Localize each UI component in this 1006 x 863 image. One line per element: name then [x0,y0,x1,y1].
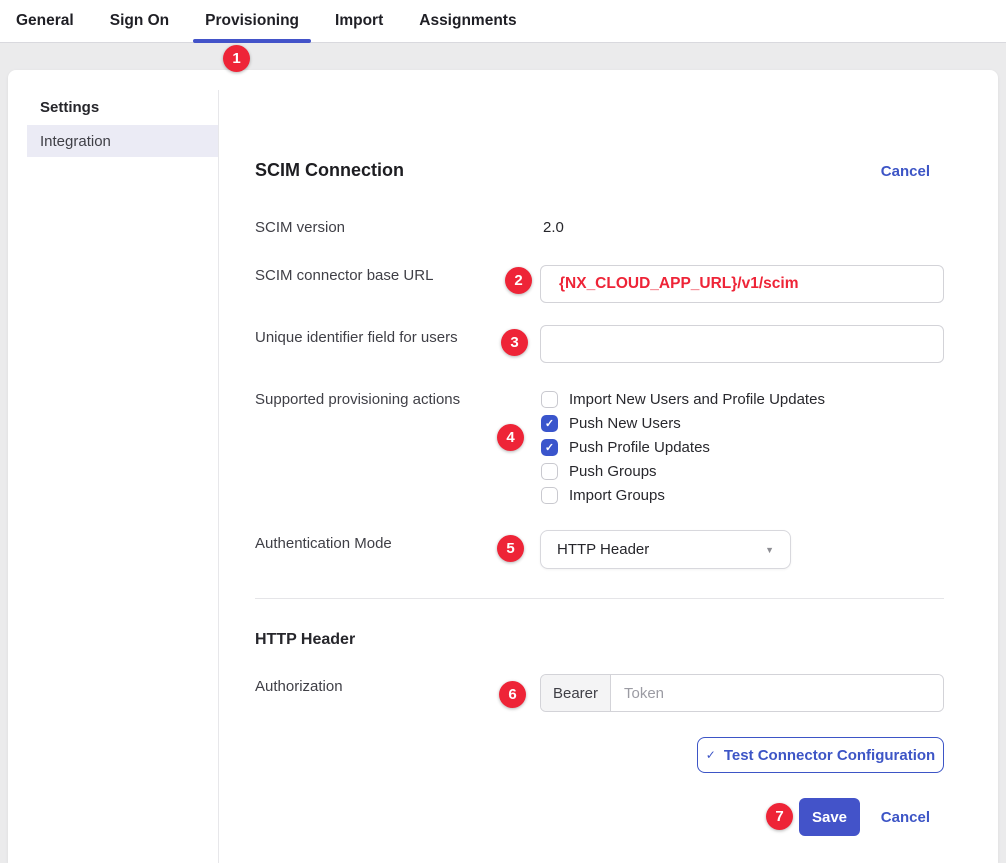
test-connector-label: Test Connector Configuration [724,747,935,764]
annotation-badge-4: 4 [497,424,524,451]
checkbox-label: Push Groups [569,463,657,480]
auth-mode-label: Authentication Mode [255,535,392,552]
auth-mode-select[interactable]: HTTP Header ▼ [540,530,791,569]
checkbox-row-import-users[interactable]: ✓ Import New Users and Profile Updates [541,387,825,411]
cancel-link-top[interactable]: Cancel [881,163,930,180]
checkbox-row-import-groups[interactable]: ✓ Import Groups [541,483,825,507]
unique-id-label: Unique identifier field for users [255,329,458,346]
sidebar-divider [218,90,219,863]
tab-provisioning[interactable]: Provisioning [193,0,311,42]
checkbox-push-new-users[interactable]: ✓ [541,415,558,432]
tab-general[interactable]: General [4,0,86,42]
checkbox-label: Import Groups [569,487,665,504]
unique-id-input[interactable] [540,325,944,363]
chevron-down-icon: ▼ [765,545,774,555]
checkbox-push-groups[interactable]: ✓ [541,463,558,480]
provisioning-actions-group: ✓ Import New Users and Profile Updates ✓… [541,387,825,507]
page-title: SCIM Connection [255,160,404,181]
checkbox-label: Push New Users [569,415,681,432]
scim-version-label: SCIM version [255,219,345,236]
sidebar-item-label: Integration [40,133,111,150]
annotation-badge-2: 2 [505,267,532,294]
actions-label: Supported provisioning actions [255,391,460,408]
sidebar-heading: Settings [40,99,99,116]
test-connector-button[interactable]: ✓ Test Connector Configuration [697,737,944,773]
cancel-link-bottom[interactable]: Cancel [881,809,930,826]
annotation-badge-3: 3 [501,329,528,356]
save-button[interactable]: Save [799,798,860,836]
annotation-badge-7: 7 [766,803,793,830]
check-icon: ✓ [706,748,716,762]
tab-assignments[interactable]: Assignments [407,0,528,42]
checkbox-row-push-profile-updates[interactable]: ✓ Push Profile Updates [541,435,825,459]
annotation-badge-5: 5 [497,535,524,562]
authorization-label: Authorization [255,678,343,695]
checkbox-label: Import New Users and Profile Updates [569,391,825,408]
checkbox-import-groups[interactable]: ✓ [541,487,558,504]
provisioning-card: Settings Integration SCIM Connection Can… [8,70,998,863]
checkbox-push-profile-updates[interactable]: ✓ [541,439,558,456]
base-url-label: SCIM connector base URL [255,267,433,284]
checkbox-import-users[interactable]: ✓ [541,391,558,408]
tab-import[interactable]: Import [323,0,395,42]
http-header-section-title: HTTP Header [255,631,355,649]
scim-version-value: 2.0 [543,219,564,236]
checkbox-row-push-new-users[interactable]: ✓ Push New Users [541,411,825,435]
annotation-badge-6: 6 [499,681,526,708]
authorization-input-group: Bearer [540,674,944,712]
tab-sign-on[interactable]: Sign On [98,0,181,42]
auth-mode-selected-value: HTTP Header [557,541,649,558]
checkbox-row-push-groups[interactable]: ✓ Push Groups [541,459,825,483]
bearer-prefix: Bearer [541,675,611,711]
annotation-badge-1: 1 [223,45,250,72]
app-tabbar: General Sign On Provisioning Import Assi… [0,0,1006,43]
sidebar-item-integration[interactable]: Integration [27,125,218,157]
checkbox-label: Push Profile Updates [569,439,710,456]
token-input[interactable] [611,675,943,711]
section-divider [255,598,944,599]
base-url-input[interactable] [540,265,944,303]
